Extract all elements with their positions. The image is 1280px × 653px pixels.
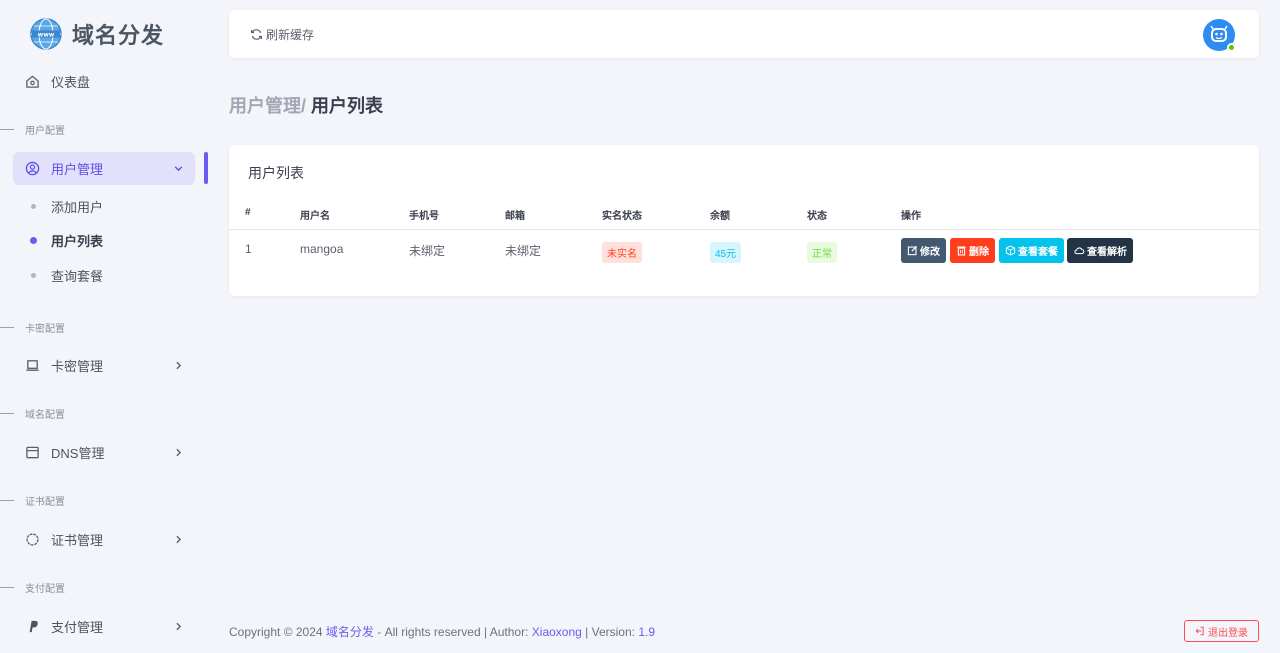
top-navbar: 刷新缓存 — [229, 10, 1259, 58]
cloud-icon — [1074, 247, 1085, 255]
bullet-icon — [31, 203, 36, 209]
laptop-icon — [25, 358, 40, 373]
refresh-icon — [251, 29, 262, 40]
chevron-right-icon — [176, 448, 182, 457]
package-icon — [1005, 245, 1016, 256]
section-user-config: 用户配置 — [0, 122, 65, 137]
sidebar-item-card-management[interactable]: 卡密管理 — [13, 349, 195, 382]
sidebar-item-label: 卡密管理 — [51, 359, 104, 374]
section-cert-config: 证书配置 — [0, 493, 65, 508]
www-globe-icon: www — [30, 18, 62, 50]
cell-username: mangoa — [300, 242, 344, 256]
column-header: 用户名 — [300, 211, 330, 222]
bullet-icon — [31, 272, 36, 278]
sidebar-item-label: 支付管理 — [51, 620, 104, 635]
view-dns-button[interactable]: 查看解析 — [1067, 238, 1133, 263]
sidebar-item-dashboard[interactable]: 仪表盘 — [13, 65, 195, 98]
refresh-cache-button[interactable]: 刷新缓存 — [250, 26, 314, 43]
badge-icon — [25, 532, 40, 547]
column-header: 实名状态 — [602, 211, 642, 222]
chevron-right-icon — [176, 361, 182, 370]
sidebar-item-pay-management[interactable]: 支付管理 — [13, 610, 195, 643]
column-header: 操作 — [901, 211, 921, 222]
sidebar-item-label: 仪表盘 — [51, 75, 91, 90]
footer-author-link[interactable]: Xiaoxong — [532, 625, 582, 639]
cell-id: 1 — [245, 242, 252, 256]
active-indicator — [204, 152, 208, 184]
sidebar-item-label: 证书管理 — [51, 533, 104, 548]
brand[interactable]: www 域名分发 — [30, 18, 164, 50]
column-header: 邮箱 — [505, 211, 525, 222]
table-header-divider — [229, 229, 1259, 230]
cell-phone: 未绑定 — [409, 244, 446, 258]
edit-button[interactable]: 修改 — [901, 238, 946, 263]
footer-version: 1.9 — [638, 625, 655, 639]
footer: Copyright © 2024 域名分发 - All rights reser… — [229, 625, 655, 639]
sidebar-subitem-query-package[interactable]: 查询套餐 — [25, 265, 103, 285]
home-icon — [25, 74, 40, 89]
cell-email: 未绑定 — [505, 244, 542, 258]
realname-status-badge: 未实名 — [602, 242, 642, 263]
user-circle-icon — [25, 161, 40, 176]
sidebar-item-label: 用户管理 — [51, 162, 104, 177]
sidebar-item-dns-management[interactable]: DNS管理 — [13, 436, 195, 469]
view-package-button[interactable]: 查看套餐 — [999, 238, 1064, 263]
paypal-icon — [25, 619, 40, 634]
column-header: 状态 — [807, 211, 827, 222]
section-pay-config: 支付配置 — [0, 580, 65, 595]
column-header: 余额 — [710, 211, 730, 222]
card-title: 用户列表 — [248, 165, 304, 181]
svg-text:www: www — [38, 32, 55, 39]
sidebar-item-cert-management[interactable]: 证书管理 — [13, 523, 195, 556]
chevron-down-icon — [174, 166, 183, 172]
logout-button[interactable]: 退出登录 — [1184, 620, 1259, 642]
sidebar-subitem-user-list[interactable]: 用户列表 — [25, 230, 103, 250]
status-badge: 正常 — [807, 242, 837, 263]
trash-icon — [957, 246, 966, 256]
sidebar-item-user-management[interactable]: 用户管理 — [13, 152, 195, 185]
logout-icon — [1195, 626, 1204, 636]
sidebar-subitem-add-user[interactable]: 添加用户 — [25, 196, 103, 216]
page-title: 用户管理/ 用户列表 — [229, 92, 383, 118]
footer-site-link[interactable]: 域名分发 — [326, 625, 374, 639]
section-domain-config: 域名配置 — [0, 406, 65, 421]
edit-icon — [907, 245, 918, 256]
chevron-right-icon — [176, 535, 182, 544]
user-list-card: 用户列表 # 用户名 手机号 邮箱 实名状态 余额 状态 操作 1 mangoa… — [229, 145, 1259, 296]
breadcrumb-parent: 用户管理/ — [229, 96, 312, 116]
avatar[interactable] — [1203, 19, 1236, 52]
sidebar: www 域名分发 仪表盘 用户配置 用户管理 添加用户 用户列表 查询套餐 卡密… — [0, 0, 208, 653]
online-status-dot — [1227, 43, 1236, 52]
brand-name: 域名分发 — [72, 23, 165, 48]
breadcrumb-current: 用户列表 — [311, 96, 384, 116]
column-header: # — [245, 207, 251, 218]
delete-button[interactable]: 删除 — [950, 238, 995, 263]
bullet-icon — [30, 236, 37, 244]
window-icon — [25, 445, 40, 460]
section-card-config: 卡密配置 — [0, 320, 65, 335]
balance-badge: 45元 — [710, 242, 742, 263]
chevron-right-icon — [176, 622, 182, 631]
sidebar-item-label: DNS管理 — [51, 446, 105, 461]
column-header: 手机号 — [409, 211, 439, 222]
